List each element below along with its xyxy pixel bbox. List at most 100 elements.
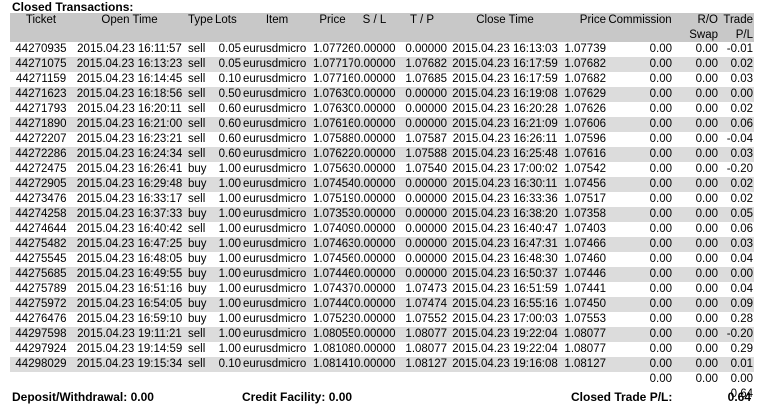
cell-tp: 1.07588 <box>396 147 448 162</box>
cell-item: eurusdmicro <box>243 193 307 205</box>
cell-type: buy <box>187 297 214 312</box>
col-header-tp: T / P <box>396 13 448 28</box>
cell-tp: 1.07540 <box>405 163 447 175</box>
cell-close-price: 1.07446 <box>562 267 607 282</box>
cell-swap: 0.00 <box>695 43 718 55</box>
cell-close-time: 2015.04.23 16:20:28 <box>452 103 558 115</box>
cell-open-price: 1.07437 <box>313 283 353 295</box>
cell-tp: 1.08077 <box>396 327 448 342</box>
cell-open-time: 2015.04.23 16:18:56 <box>72 87 187 102</box>
cell-item: eurusdmicro <box>242 117 312 132</box>
cell-open-time: 2015.04.23 16:26:41 <box>76 163 183 175</box>
cell-close-price: 1.07553 <box>564 313 606 325</box>
cell-commission: 0.00 <box>607 207 673 222</box>
cell-sl: 0.00000 <box>353 87 396 102</box>
cell-ticket: 44275482 <box>10 237 72 252</box>
table-row: 44275685 2015.04.23 16:49:55 buy 1.00 eurusd… <box>10 267 754 282</box>
cell-sl: 0.00000 <box>353 267 396 282</box>
col-header-lots: Lots <box>214 13 242 28</box>
col-header-ticket-2 <box>10 28 72 42</box>
cell-close-time: 2015.04.23 19:22:04 <box>452 343 558 355</box>
col-header-commission: Commission <box>607 13 673 28</box>
cell-item: eurusdmicro <box>243 103 307 115</box>
cell-ticket: 44273476 <box>15 193 67 205</box>
cell-swap: 0.00 <box>695 163 718 175</box>
cell-open-price: 1.07726 <box>313 43 353 55</box>
table-row: 44271890 2015.04.23 16:21:00 sell 0.60 eurus… <box>10 117 754 132</box>
cell-trade-pl: 0.03 <box>719 147 754 162</box>
col-header-lots-2 <box>214 28 242 42</box>
cell-tp: 1.08077 <box>405 343 447 355</box>
cell-open-price: 1.07717 <box>312 57 353 72</box>
cell-open-time: 2015.04.23 16:23:21 <box>76 133 183 145</box>
cell-ticket: 44270935 <box>15 43 67 55</box>
cell-type: buy <box>187 267 214 282</box>
cell-swap: 0.00 <box>695 283 718 295</box>
cell-type: sell <box>188 133 206 145</box>
cell-close-price: 1.07606 <box>562 117 607 132</box>
deposit-label: Deposit/Withdrawal: <box>12 390 128 404</box>
cell-trade-pl: 0.01 <box>719 357 754 372</box>
cell-close-price: 1.07358 <box>562 207 607 222</box>
cell-close-time: 2015.04.23 16:33:36 <box>452 193 558 205</box>
cell-tp: 0.00000 <box>396 207 448 222</box>
cell-open-time: 2015.04.23 19:15:34 <box>72 357 187 372</box>
cell-close-time: 2015.04.23 16:40:47 <box>452 223 558 235</box>
cell-commission: 0.00 <box>649 133 672 145</box>
cell-close-time: 2015.04.23 17:00:02 <box>452 163 558 175</box>
cell-tp: 0.00000 <box>405 223 447 235</box>
table-row: 44273476 2015.04.23 16:33:17 sell 1.00 eurus… <box>10 192 754 207</box>
cell-type: sell <box>188 343 206 355</box>
cell-open-price: 1.07353 <box>312 207 353 222</box>
cell-swap: 0.00 <box>673 357 719 372</box>
table-row: 44271793 2015.04.23 16:20:11 sell 0.60 eurus… <box>10 102 754 117</box>
cell-trade-pl: 0.02 <box>730 193 753 205</box>
col-header-sl-2 <box>353 28 396 42</box>
cell-sl: 0.00000 <box>353 207 396 222</box>
cell-commission: 0.00 <box>607 177 673 192</box>
cell-tp: 0.00000 <box>396 267 448 282</box>
table-row: 44271159 2015.04.23 16:14:45 sell 0.10 eurus… <box>10 72 754 87</box>
cell-trade-pl: 0.02 <box>719 57 754 72</box>
table-row: 44275545 2015.04.23 16:48:05 buy 1.00 eurusd… <box>10 252 754 267</box>
cell-lots: 1.00 <box>218 343 241 355</box>
cell-item: eurusdmicro <box>243 43 307 55</box>
cell-close-price: 1.07739 <box>564 43 606 55</box>
cell-close-price: 1.07616 <box>562 147 607 162</box>
table-row: 44275972 2015.04.23 16:54:05 buy 1.00 eurusd… <box>10 297 754 312</box>
cell-commission: 0.00 <box>607 267 673 282</box>
cell-close-price: 1.07542 <box>564 163 606 175</box>
cell-item: eurusdmicro <box>243 73 307 85</box>
cell-tp: 1.08127 <box>396 357 448 372</box>
cell-close-time: 2015.04.23 16:19:08 <box>448 87 562 102</box>
cell-tp: 1.07682 <box>396 57 448 72</box>
cell-close-price: 1.07466 <box>562 237 607 252</box>
cell-open-time: 2015.04.23 16:37:33 <box>72 207 187 222</box>
cell-sl: 0.00000 <box>353 327 396 342</box>
col-header-item: Item <box>242 13 312 28</box>
table-row: 44270935 2015.04.23 16:11:57 sell 0.05 eurus… <box>10 42 754 57</box>
cell-open-time: 2015.04.23 16:24:34 <box>72 147 187 162</box>
cell-ticket: 44271890 <box>10 117 72 132</box>
cell-item: eurusdmicro <box>243 283 307 295</box>
cell-sl: 0.00000 <box>354 73 396 85</box>
table-header: Ticket Open Time Type Lots Item Price S … <box>10 13 754 42</box>
cell-type: buy <box>188 313 207 325</box>
col-header-swap: Swap <box>673 28 719 42</box>
cell-lots: 1.00 <box>214 327 242 342</box>
cell-open-time: 2015.04.23 16:11:57 <box>77 43 182 55</box>
cell-commission: 0.00 <box>649 43 672 55</box>
cell-item: eurusdmicro <box>242 267 312 282</box>
cell-open-time: 2015.04.23 16:20:11 <box>77 103 182 115</box>
cell-sl: 0.00000 <box>353 117 396 132</box>
cell-lots: 0.50 <box>214 87 242 102</box>
cell-ticket: 44276476 <box>15 313 67 325</box>
cell-swap: 0.00 <box>695 193 718 205</box>
cell-type: sell <box>188 103 206 115</box>
cell-sl: 0.00000 <box>354 283 396 295</box>
cell-close-time: 2015.04.23 19:16:08 <box>448 357 562 372</box>
cell-open-price: 1.07456 <box>313 253 353 265</box>
table-row: 44274258 2015.04.23 16:37:33 buy 1.00 eurusd… <box>10 207 754 222</box>
cell-item: eurusdmicro <box>242 297 312 312</box>
cell-open-price: 1.07563 <box>313 163 353 175</box>
